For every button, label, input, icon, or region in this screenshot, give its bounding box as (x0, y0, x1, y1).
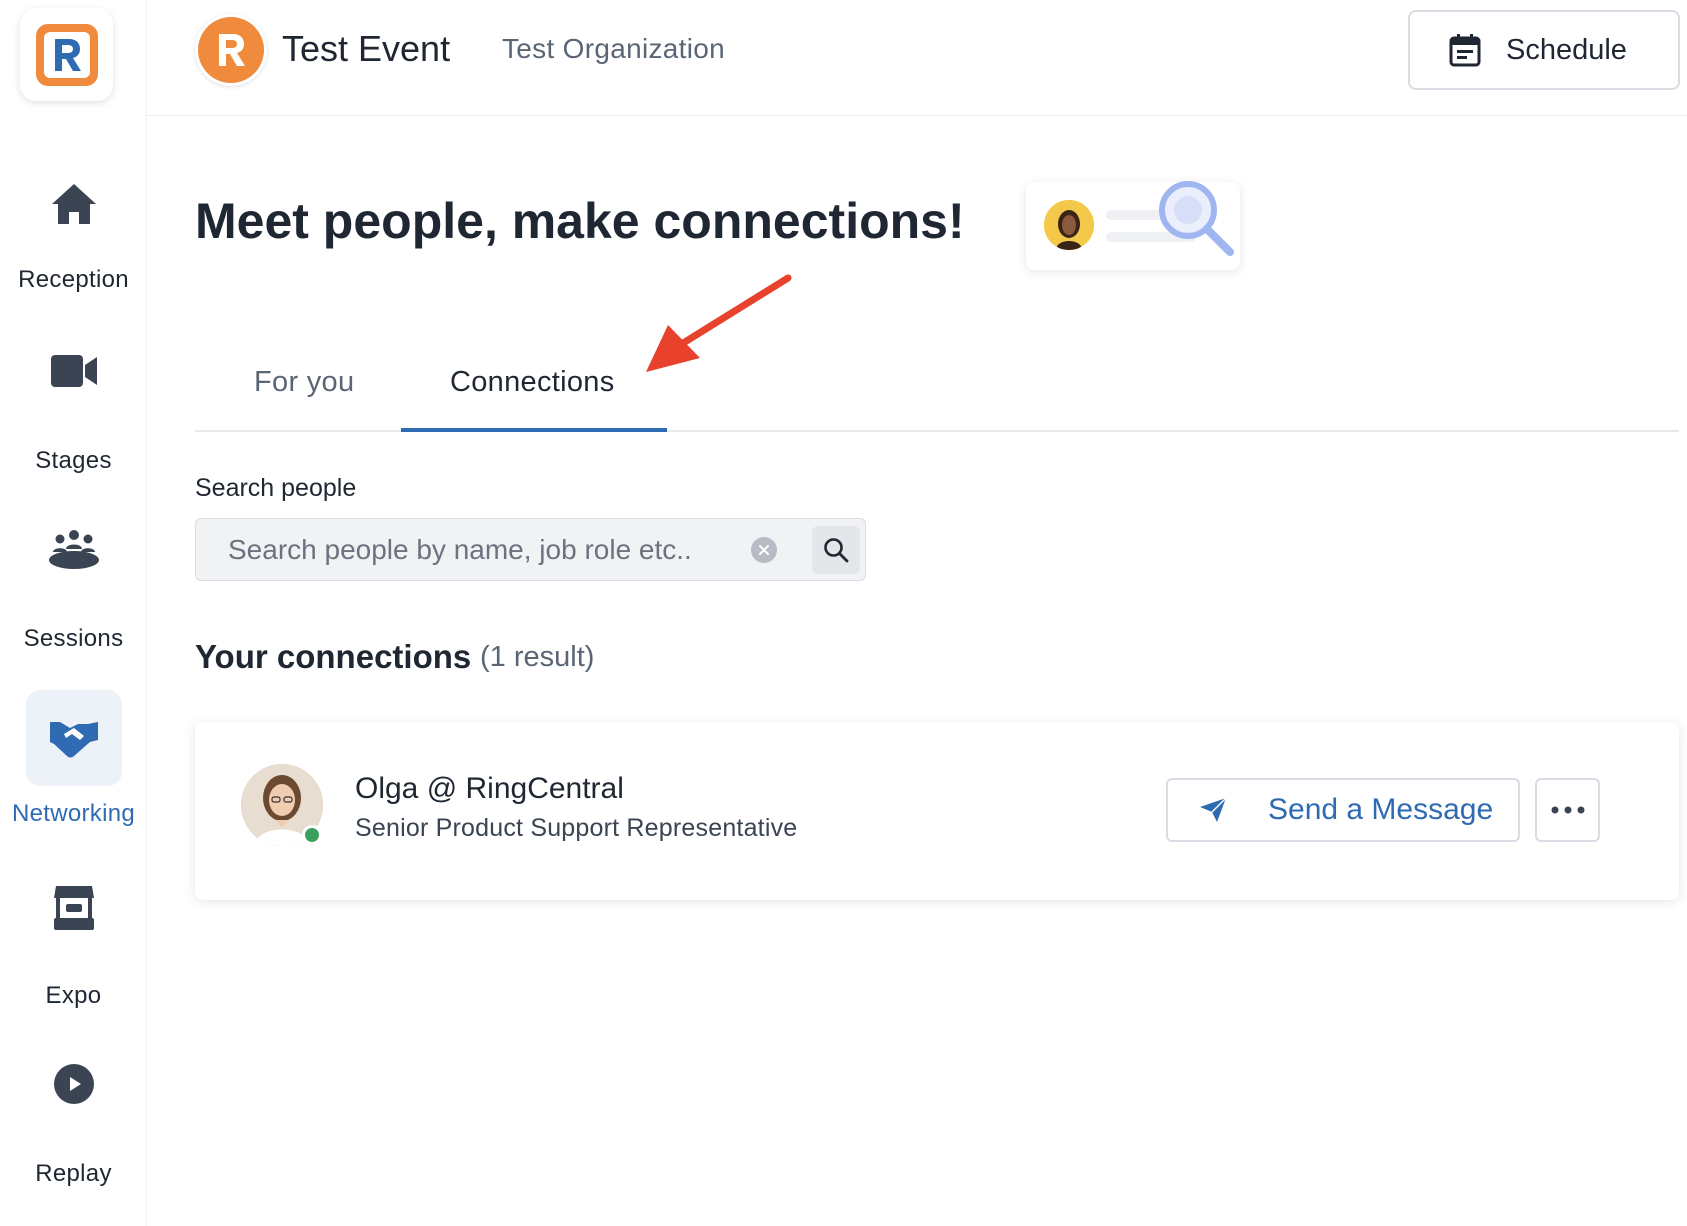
ringcentral-logo-icon (35, 23, 98, 86)
search-box (195, 518, 866, 581)
more-dots-icon (1551, 806, 1584, 814)
search-button[interactable] (812, 526, 860, 574)
page-title: Meet people, make connections! (195, 193, 965, 249)
connection-card: Olga @ RingCentral Senior Product Suppor… (195, 722, 1679, 900)
sidebar-item-label: Replay (35, 1160, 112, 1187)
sidebar-item-label: Sessions (23, 625, 124, 652)
connection-name[interactable]: Olga @ RingCentral (355, 772, 624, 806)
connections-title: Your connections (195, 638, 472, 675)
people-group-icon (26, 501, 122, 597)
organization-name: Test Organization (502, 33, 725, 64)
sidebar-item-stages[interactable]: Stages (0, 335, 147, 495)
sidebar: Reception Stages Sessions Networking Exp… (0, 0, 147, 1226)
top-header: Test Event Test Organization Schedule (147, 0, 1687, 116)
calendar-icon (1449, 34, 1481, 67)
sidebar-item-reception[interactable]: Reception (0, 156, 147, 316)
schedule-button[interactable]: Schedule (1408, 10, 1680, 90)
magnifier-icon (1159, 181, 1234, 256)
sidebar-item-sessions[interactable]: Sessions (0, 513, 147, 673)
search-input[interactable] (228, 519, 728, 580)
event-title: Test Event (282, 28, 451, 69)
send-message-label: Send a Message (1268, 793, 1494, 826)
sidebar-item-networking[interactable]: Networking (0, 690, 147, 850)
sidebar-item-label: Reception (18, 266, 129, 293)
send-message-button[interactable]: Send a Message (1166, 778, 1520, 842)
app-logo[interactable] (20, 8, 113, 101)
video-camera-icon (26, 323, 122, 419)
schedule-label: Schedule (1506, 33, 1627, 66)
send-icon (1200, 797, 1227, 822)
booth-icon (26, 860, 122, 956)
home-icon (26, 156, 122, 252)
search-icon (824, 538, 849, 563)
event-logo (195, 14, 267, 86)
close-icon (759, 545, 769, 555)
tab-for-you[interactable]: For you (254, 366, 354, 399)
tab-connections[interactable]: Connections (450, 366, 615, 399)
clear-search-button[interactable] (751, 537, 777, 563)
event-brand-icon (198, 17, 264, 83)
sidebar-item-replay[interactable]: Replay (0, 1048, 147, 1208)
active-tab-indicator (401, 428, 667, 432)
sidebar-item-label: Networking (11, 800, 136, 827)
more-options-button[interactable] (1535, 778, 1600, 842)
search-people-illustration (1026, 181, 1240, 270)
sidebar-item-label: Expo (45, 982, 102, 1009)
connection-role: Senior Product Support Representative (355, 814, 798, 842)
sidebar-item-expo[interactable]: Expo (0, 870, 147, 1030)
play-icon (26, 1036, 122, 1132)
illustration-avatar (1044, 200, 1094, 250)
online-status-indicator (302, 825, 322, 845)
networking-tabs: For you Connections (195, 340, 1679, 432)
search-label: Search people (195, 474, 357, 502)
sidebar-item-label: Stages (35, 447, 112, 474)
connections-count: (1 result) (480, 641, 595, 673)
handshake-icon (25, 690, 122, 786)
